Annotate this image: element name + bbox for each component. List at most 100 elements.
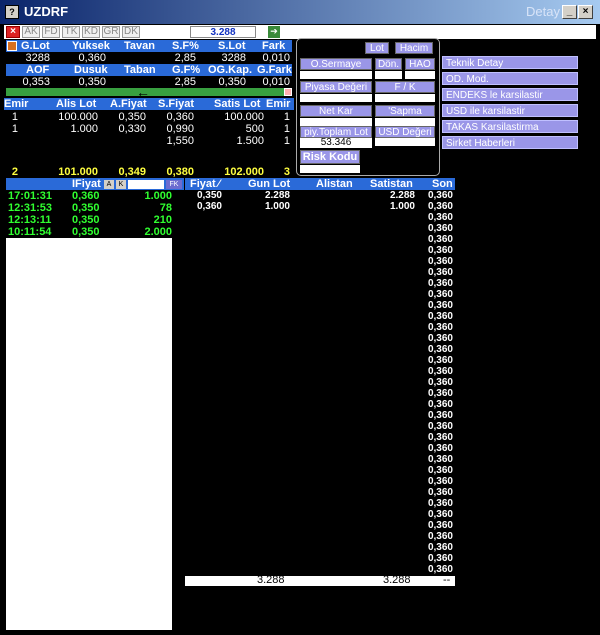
son-cell: 0,360 bbox=[427, 421, 453, 432]
trades-list-bg bbox=[6, 190, 172, 630]
son-cell: 0,360 bbox=[427, 498, 453, 509]
son-cell: 0,360 bbox=[427, 377, 453, 388]
hdr-fiyat[interactable]: Fiyat bbox=[190, 178, 216, 190]
fk-filter-button[interactable]: FK bbox=[166, 180, 182, 189]
son-cell: 0,360 bbox=[427, 289, 453, 300]
title-bar[interactable]: ? UZDRF Detay _ × bbox=[0, 0, 600, 24]
fk-value bbox=[375, 94, 435, 102]
son-cell: 0,360 bbox=[427, 333, 453, 344]
son-cell: 0,360 bbox=[427, 487, 453, 498]
trade-time: 12:13:11 bbox=[8, 214, 52, 226]
don-button[interactable]: Dön. bbox=[375, 58, 402, 70]
hdr-ifiyat: IFiyat bbox=[72, 178, 101, 190]
son-cell: 0,360 bbox=[427, 454, 453, 465]
trade-time: 12:31:53 bbox=[8, 202, 53, 214]
blank-field[interactable] bbox=[282, 26, 596, 38]
a-button[interactable]: A bbox=[104, 180, 114, 189]
hdr-dusuk: Dusuk bbox=[74, 64, 108, 76]
hdr-alis-lot: Alis Lot bbox=[56, 98, 97, 110]
son-cell: 0,360 bbox=[427, 443, 453, 454]
depth-total-cell: 0,380 bbox=[166, 166, 194, 178]
hdr-taban: Taban bbox=[124, 64, 156, 76]
trades-filter-field[interactable] bbox=[128, 180, 164, 189]
piyasa-degeri-button[interactable]: Piyasa Değeri bbox=[300, 81, 372, 93]
son-cell: 0,360 bbox=[427, 245, 453, 256]
main-window: ? UZDRF Detay _ × × AK FD TK KD GR DK 3.… bbox=[0, 0, 600, 635]
hdr-gf: G.F% bbox=[172, 64, 201, 76]
son-cell: 0,360 bbox=[427, 388, 453, 399]
hdr-slot: S.Lot bbox=[218, 40, 246, 52]
osermaye-value bbox=[300, 71, 372, 79]
depth-total-cell: 0,349 bbox=[118, 166, 146, 178]
hdr-son: Son bbox=[432, 178, 453, 190]
osermaye-button[interactable]: O.Sermaye bbox=[300, 58, 372, 70]
k-button[interactable]: K bbox=[116, 180, 126, 189]
price-input[interactable]: 3.288 bbox=[190, 26, 256, 38]
go-arrow-icon[interactable]: ➔ bbox=[268, 26, 280, 38]
tool-gr[interactable]: GR bbox=[102, 26, 120, 38]
val-fark: 0,010 bbox=[262, 52, 290, 64]
depth-cell: 100.000 bbox=[58, 111, 98, 123]
depth-cell: 1 bbox=[11, 123, 18, 135]
minimize-icon[interactable]: _ bbox=[562, 5, 577, 19]
son-cell: 0,360 bbox=[427, 267, 453, 278]
trade-price: 0,360 bbox=[72, 190, 100, 202]
trade-time: 10:11:54 bbox=[8, 226, 52, 238]
depth-cell: 1.000 bbox=[70, 123, 98, 135]
hdr-aof: AOF bbox=[26, 64, 50, 76]
hao-button[interactable]: HAO bbox=[405, 58, 435, 70]
footer-satistan: 3.288 bbox=[383, 574, 411, 586]
son-cell: 0,360 bbox=[427, 212, 453, 223]
son-cell: 0,360 bbox=[427, 344, 453, 355]
fk-button[interactable]: F / K bbox=[375, 81, 435, 93]
marker-icon bbox=[284, 88, 292, 96]
val-slot: 3288 bbox=[221, 52, 246, 64]
hdr-glot: G.Lot bbox=[21, 40, 50, 52]
app-icon[interactable]: ? bbox=[5, 5, 19, 19]
lot-button[interactable]: Lot bbox=[365, 42, 389, 54]
menu-endeks[interactable]: ENDEKS le karsilastir bbox=[442, 88, 578, 101]
son-cell: 0,360 bbox=[427, 311, 453, 322]
depth-total-cell: 3 bbox=[283, 166, 290, 178]
satistan-cell: 1.000 bbox=[389, 201, 415, 212]
depth-cell: 100.000 bbox=[224, 111, 264, 123]
close-x-icon[interactable]: × bbox=[6, 26, 20, 38]
depth-cell: 1,550 bbox=[166, 135, 194, 147]
son-cell: 0,360 bbox=[427, 322, 453, 333]
trade-price: 0,350 bbox=[72, 226, 100, 238]
depth-cell: 1.500 bbox=[236, 135, 264, 147]
tool-tk[interactable]: TK bbox=[62, 26, 80, 38]
hdr-ogkap: OG.Kap. bbox=[208, 64, 253, 76]
trade-lot: 210 bbox=[153, 214, 172, 226]
menu-takas[interactable]: TAKAS Karsilastirma bbox=[442, 120, 578, 133]
hdr-emir-buy: Emir bbox=[4, 98, 29, 110]
net-kar-button[interactable]: Net Kar bbox=[300, 105, 372, 117]
son-cell: 0,360 bbox=[427, 190, 453, 201]
usd-degeri-button[interactable]: USD Değeri bbox=[375, 126, 435, 138]
risk-kodu-button[interactable]: Risk Kodu bbox=[300, 150, 360, 164]
hdr-alistan: Alistan bbox=[316, 178, 353, 190]
val-yuksek: 0,360 bbox=[78, 52, 106, 64]
satistan-cell: 2.288 bbox=[389, 190, 415, 201]
trade-price: 0,350 bbox=[72, 202, 100, 214]
price-table-footer: 3.288 3.288 -- bbox=[185, 574, 455, 586]
tool-ak[interactable]: AK bbox=[22, 26, 40, 38]
help-icon[interactable] bbox=[7, 41, 17, 51]
window-title: UZDRF bbox=[24, 4, 69, 19]
val-ogkap: 0,350 bbox=[218, 76, 246, 88]
hacim-button[interactable]: Hacim bbox=[395, 42, 433, 54]
close-icon[interactable]: × bbox=[578, 5, 593, 19]
trade-lot: 78 bbox=[159, 202, 172, 214]
menu-od-mod[interactable]: OD. Mod. bbox=[442, 72, 578, 85]
tool-kd[interactable]: KD bbox=[82, 26, 100, 38]
price-cell: 0,360 bbox=[196, 201, 222, 212]
menu-sirket-haberleri[interactable]: Sirket Haberleri bbox=[442, 136, 578, 149]
hao-value bbox=[405, 71, 435, 79]
tool-fd[interactable]: FD bbox=[42, 26, 60, 38]
sort-icon[interactable]: ⁄ bbox=[218, 178, 220, 190]
menu-teknik-detay[interactable]: Teknik Detay bbox=[442, 56, 578, 69]
val-sf: 2,85 bbox=[174, 52, 196, 64]
tool-dk[interactable]: DK bbox=[122, 26, 140, 38]
menu-usd[interactable]: USD ile karsilastir bbox=[442, 104, 578, 117]
sapma-button[interactable]: 'Sapma bbox=[375, 105, 435, 117]
